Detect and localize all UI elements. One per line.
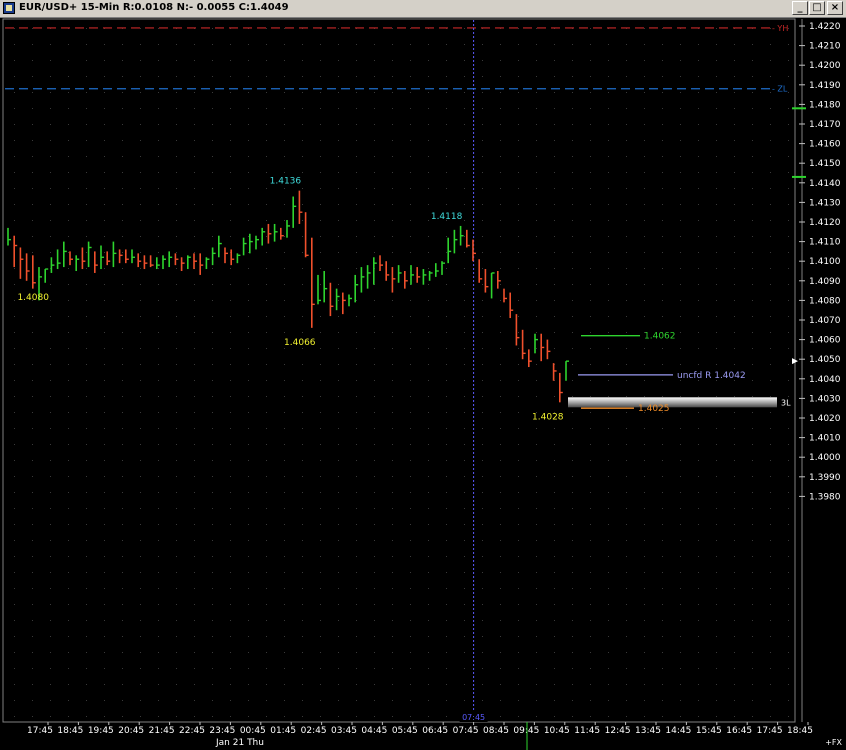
x-tick-label: 00:45 [240, 726, 266, 736]
y-tick-label: 1.4060 [809, 336, 841, 346]
y-tick-label: 1.4130 [809, 198, 841, 208]
x-tick-label: 14:45 [665, 726, 691, 736]
swing-low-label: 1.4080 [17, 293, 49, 303]
close-button[interactable]: × [827, 1, 843, 15]
x-tick-label: 12:45 [605, 726, 631, 736]
swing-low-label: 1.4028 [532, 412, 564, 422]
swing-high-label: 1.4136 [270, 177, 302, 187]
y-tick-label: 1.4210 [809, 42, 841, 52]
level-label: 1.4062 [644, 332, 676, 342]
y-tick-label: 1.4120 [809, 218, 841, 228]
x-tick-label: 23:45 [209, 726, 235, 736]
x-tick-label: 11:45 [574, 726, 600, 736]
x-tick-label: 17:45 [757, 726, 783, 736]
y-tick-label: 1.4080 [809, 296, 841, 306]
chart-background [0, 18, 846, 750]
y-tick-label: 1.4040 [809, 375, 841, 385]
y-tick-label: 1.4020 [809, 414, 841, 424]
x-tick-label: 10:45 [544, 726, 570, 736]
y-tick-label: 1.4070 [809, 316, 841, 326]
x-tick-label: 03:45 [331, 726, 357, 736]
y-tick-label: 1.4140 [809, 179, 841, 189]
x-tick-label: 21:45 [149, 726, 175, 736]
crosshair-time-label: 07:45 [462, 713, 485, 722]
x-tick-label: 04:45 [361, 726, 387, 736]
y-tick-label: 1.4090 [809, 277, 841, 287]
x-tick-label: 05:45 [392, 726, 418, 736]
y-tick-label: 1.4030 [809, 394, 841, 404]
x-tick-label: 13:45 [635, 726, 661, 736]
level-label: 1.4025 [638, 404, 670, 414]
window-titlebar[interactable]: EUR/USD+ 15-Min R:0.0108 N:- 0.0055 C:1.… [0, 0, 846, 18]
x-tick-label: 16:45 [726, 726, 752, 736]
y-tick-label: 1.4190 [809, 81, 841, 91]
date-label: Jan 21 Thu [215, 738, 264, 748]
y-tick-label: 1.4010 [809, 434, 841, 444]
swing-low-label: 1.4066 [284, 338, 316, 348]
x-tick-label: 09:45 [513, 726, 539, 736]
minimize-button[interactable]: _ [792, 1, 808, 15]
y-tick-label: 1.4050 [809, 355, 841, 365]
y-tick-label: 1.4000 [809, 453, 841, 463]
x-tick-label: 07:45 [453, 726, 479, 736]
x-tick-label: 18:45 [57, 726, 83, 736]
y-tick-label: 1.4170 [809, 120, 841, 130]
support-band-label: 3L [781, 398, 791, 407]
reference-label-yh: - YH [772, 24, 788, 33]
x-tick-label: 22:45 [179, 726, 205, 736]
app-icon [3, 2, 15, 14]
price-chart[interactable]: - YH - ZL 3L 1.4062 uncfd R 1.4042 1.4025 1.40… [0, 18, 846, 750]
axis-corner-label: +FX [825, 738, 842, 747]
y-tick-label: 1.4150 [809, 159, 841, 169]
swing-high-label: 1.4118 [431, 212, 463, 222]
reference-label-zl: - ZL [772, 85, 788, 94]
y-tick-label: 1.4100 [809, 257, 841, 267]
y-tick-label: 1.3990 [809, 473, 841, 483]
x-tick-label: 08:45 [483, 726, 509, 736]
x-tick-label: 06:45 [422, 726, 448, 736]
x-tick-label: 19:45 [88, 726, 114, 736]
y-tick-label: 1.4200 [809, 61, 841, 71]
maximize-button[interactable]: □ [809, 1, 825, 15]
y-tick-label: 1.4160 [809, 140, 841, 150]
y-tick-label: 1.3980 [809, 492, 841, 502]
x-tick-label: 02:45 [301, 726, 327, 736]
support-band-3l [568, 397, 777, 408]
x-tick-label: 17:45 [27, 726, 53, 736]
x-tick-label: 18:45 [787, 726, 813, 736]
y-tick-label: 1.4110 [809, 238, 841, 248]
x-tick-label: 20:45 [118, 726, 144, 736]
level-label: uncfd R 1.4042 [677, 371, 746, 381]
window-title: EUR/USD+ 15-Min R:0.0108 N:- 0.0055 C:1.… [19, 2, 289, 13]
x-tick-label: 01:45 [270, 726, 296, 736]
y-tick-label: 1.4220 [809, 22, 841, 32]
y-tick-label: 1.4180 [809, 100, 841, 110]
x-tick-label: 15:45 [696, 726, 722, 736]
